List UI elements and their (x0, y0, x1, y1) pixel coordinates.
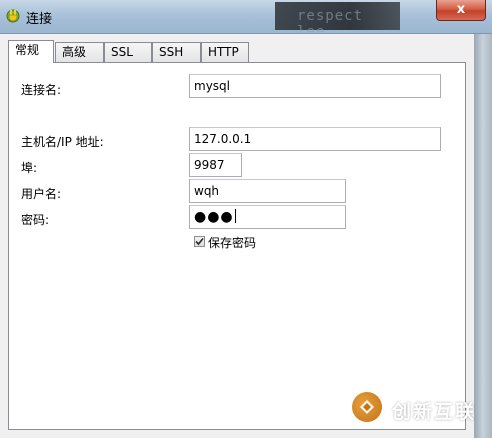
background-window-fragment: respect lee (275, 2, 400, 40)
window-title: 连接 (26, 12, 53, 27)
port-input[interactable]: 9987 (189, 153, 242, 177)
connection-name-label: 连接名: (21, 83, 62, 97)
tab-advanced-label: 高级 (62, 45, 87, 59)
tab-ssl[interactable]: SSL (104, 42, 152, 62)
watermark-logo-icon (352, 392, 382, 422)
tab-ssh[interactable]: SSH (152, 42, 201, 62)
password-input[interactable]: ●●● (189, 205, 346, 229)
watermark-text: 创新互联 (392, 401, 477, 423)
close-button[interactable]: x (436, 0, 486, 21)
text-caret (234, 209, 236, 223)
tab-ssh-label: SSH (159, 45, 184, 59)
connection-name-input[interactable]: mysql (189, 74, 441, 98)
password-mask: ●●● (194, 209, 234, 225)
tab-general[interactable]: 常规 (8, 40, 54, 63)
tab-http-label: HTTP (208, 45, 239, 59)
host-label: 主机名/IP 地址: (21, 135, 104, 149)
password-label: 密码: (21, 213, 50, 227)
connection-plug-icon (4, 7, 22, 25)
connection-dialog: 常规 高级 SSL SSH HTTP 连接名: mysql 主机名/IP 地址:… (0, 34, 474, 438)
username-input[interactable]: wqh (189, 179, 346, 203)
tab-ssl-label: SSL (111, 45, 133, 59)
save-password-label[interactable]: 保存密码 (208, 234, 256, 251)
window-edge (474, 34, 492, 438)
close-icon: x (456, 2, 466, 17)
host-input[interactable]: 127.0.0.1 (189, 127, 441, 151)
watermark: 创新互联 (344, 388, 484, 428)
username-label: 用户名: (21, 187, 62, 201)
tab-general-label: 常规 (15, 43, 40, 57)
tab-http[interactable]: HTTP (201, 42, 249, 62)
checkmark-icon (195, 237, 204, 246)
general-panel: 连接名: mysql 主机名/IP 地址: 127.0.0.1 埠: 9987 … (8, 62, 466, 430)
save-password-checkbox[interactable] (194, 236, 205, 247)
title-bar[interactable]: respect lee 连接 x (0, 0, 492, 40)
tab-advanced[interactable]: 高级 (55, 42, 104, 62)
port-label: 埠: (21, 161, 38, 175)
